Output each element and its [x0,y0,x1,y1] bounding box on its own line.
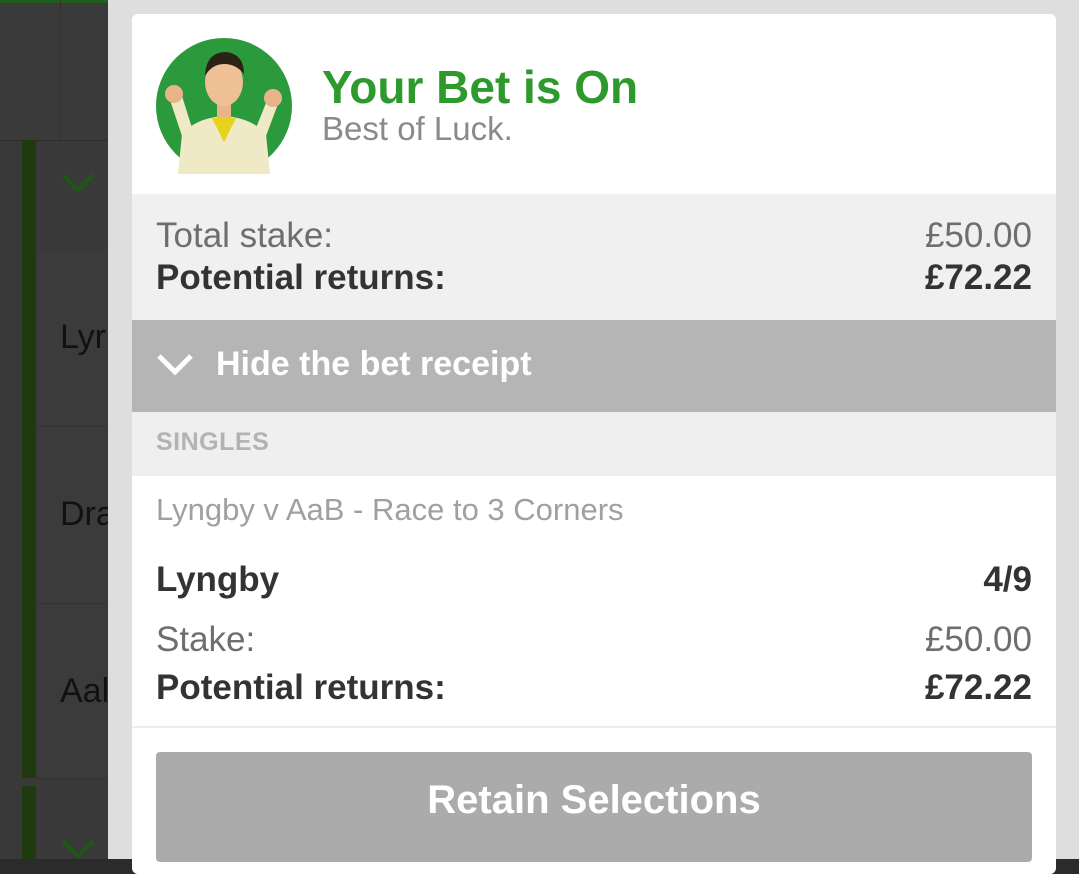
singles-section-header: SINGLES [132,412,1056,476]
retain-selections-label: Retain Selections [427,778,761,822]
background-list-item-label: Aal [60,672,110,710]
totals-summary: Total stake: £50.00 Potential returns: £… [132,194,1056,320]
background-list-item-label: Dra [60,495,115,533]
bet-receipt-panel: Your Bet is On Best of Luck. Total stake… [132,14,1056,874]
receipt-header: Your Bet is On Best of Luck. [132,14,1056,194]
section-label: SINGLES [156,428,270,456]
total-returns-label: Potential returns: [156,258,446,297]
chevron-down-icon [61,173,95,193]
selection-odds: 4/9 [983,560,1032,599]
background-list-item-label: Lyr [60,318,106,356]
total-returns-value: £72.22 [924,258,1032,297]
chevron-down-icon [157,354,193,376]
total-stake-value: £50.00 [924,216,1032,255]
background-accent-bar [22,786,36,859]
stake-label: Stake: [156,620,256,659]
background-header-divider [60,0,61,140]
total-stake-label: Total stake: [156,216,334,255]
chevron-down-icon [61,839,95,859]
receipt-title: Your Bet is On [322,61,639,113]
hide-receipt-toggle[interactable]: Hide the bet receipt [132,320,1056,412]
selection-name: Lyngby [156,560,280,599]
returns-value: £72.22 [924,668,1032,707]
stake-value: £50.00 [924,620,1032,659]
hide-receipt-label: Hide the bet receipt [216,345,532,383]
bet-selection-item: Lyngby v AaB - Race to 3 Corners Lyngby … [132,476,1056,728]
returns-label: Potential returns: [156,668,446,707]
receipt-subtitle: Best of Luck. [322,110,513,147]
event-name: Lyngby v AaB - Race to 3 Corners [156,492,624,527]
cheering-man-icon [156,38,292,174]
retain-selections-button[interactable]: Retain Selections [156,752,1032,862]
background-accent-bar [22,140,36,778]
background-header-accent [0,0,108,3]
